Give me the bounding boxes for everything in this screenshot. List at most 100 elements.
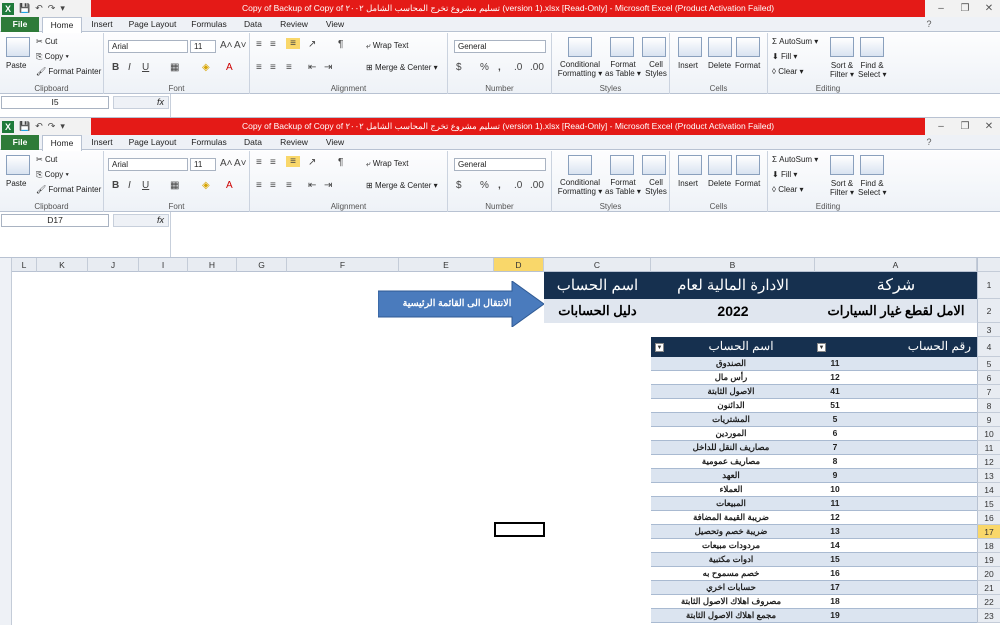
format-as-table-button[interactable]: Format as Table ▾	[604, 60, 642, 78]
comma-icon[interactable]: ,	[498, 180, 501, 191]
clear-button[interactable]: ◊ Clear ▾	[772, 67, 804, 76]
row-header-19[interactable]: 19	[977, 553, 1000, 567]
col-header-e[interactable]: E	[399, 258, 494, 272]
help-icon[interactable]: ?	[918, 17, 940, 32]
row-header-2[interactable]: 2	[977, 299, 1000, 323]
account-number-cell[interactable]: 12	[815, 511, 855, 524]
col-header-j[interactable]: J	[88, 258, 139, 272]
col-header-l[interactable]: L	[12, 258, 37, 272]
format-as-table-icon[interactable]	[610, 37, 634, 57]
restore-icon[interactable]: ❐	[954, 0, 976, 17]
customize-qat-icon[interactable]: ▾	[60, 3, 65, 14]
clear-button[interactable]: ◊ Clear ▾	[772, 185, 804, 194]
align-right-icon[interactable]: ≡	[286, 180, 292, 191]
grow-font-icon[interactable]: A˄	[220, 158, 233, 169]
minimize-icon[interactable]: –	[930, 0, 952, 17]
format-cells-icon[interactable]	[736, 155, 760, 175]
tab-insert[interactable]: Insert	[86, 135, 118, 150]
sort-filter-icon[interactable]	[830, 37, 854, 57]
fill-color-icon[interactable]: ◈	[202, 180, 210, 191]
account-number-cell[interactable]: 11	[815, 357, 855, 370]
find-select-icon[interactable]	[860, 37, 884, 57]
account-name-cell[interactable]: مصاريف النقل للداخل	[651, 441, 811, 454]
increase-decimal-icon[interactable]: .0	[514, 62, 522, 73]
row-header-6[interactable]: 6	[977, 371, 1000, 385]
undo-icon[interactable]: ↶	[35, 3, 43, 14]
currency-icon[interactable]: $	[456, 180, 462, 191]
align-top-icon[interactable]: ≡	[256, 157, 262, 168]
find-select-icon[interactable]	[860, 155, 884, 175]
underline-icon[interactable]: U	[142, 62, 149, 73]
orientation-icon[interactable]: ↗	[308, 39, 316, 50]
delete-cells-icon[interactable]	[708, 37, 732, 57]
font-name-select[interactable]: Arial	[108, 40, 188, 53]
underline-icon[interactable]: U	[142, 180, 149, 191]
align-center-icon[interactable]: ≡	[270, 62, 276, 73]
account-number-cell[interactable]: 13	[815, 525, 855, 538]
redo-icon[interactable]: ↷	[48, 121, 56, 132]
save-icon[interactable]: 💾	[19, 3, 30, 14]
cell-a1[interactable]: شركة	[815, 272, 977, 299]
account-number-cell[interactable]: 7	[815, 441, 855, 454]
formula-input[interactable]	[170, 212, 1000, 257]
insert-cells-button[interactable]: Insert	[678, 61, 698, 70]
account-number-cell[interactable]: 5	[815, 413, 855, 426]
account-number-cell[interactable]: 12	[815, 371, 855, 384]
decrease-decimal-icon[interactable]: .00	[530, 180, 544, 191]
sort-filter-icon[interactable]	[830, 155, 854, 175]
row-header-18[interactable]: 18	[977, 539, 1000, 553]
align-left-icon[interactable]: ≡	[256, 180, 262, 191]
account-number-cell[interactable]: 9	[815, 469, 855, 482]
restore-icon[interactable]: ❐	[954, 118, 976, 135]
col-header-c[interactable]: C	[544, 258, 651, 272]
format-cells-icon[interactable]	[736, 37, 760, 57]
align-middle-icon[interactable]: ≡	[270, 39, 276, 50]
cell-styles-button[interactable]: Cell Styles	[644, 178, 668, 196]
close-icon[interactable]: ✕	[978, 0, 1000, 17]
orientation-icon[interactable]: ↗	[308, 157, 316, 168]
percent-icon[interactable]: %	[480, 180, 489, 191]
borders-icon[interactable]: ▦	[170, 180, 179, 191]
find-select-button[interactable]: Find & Select ▾	[858, 179, 886, 197]
paste-button[interactable]: Paste	[6, 179, 26, 188]
tab-data[interactable]: Data	[238, 135, 268, 150]
cell-styles-icon[interactable]	[642, 155, 666, 175]
sort-filter-button[interactable]: Sort & Filter ▾	[828, 61, 856, 79]
rtl-icon[interactable]: ¶	[338, 39, 343, 50]
account-name-cell[interactable]: ضريبة القيمة المضافة	[651, 511, 811, 524]
row-header-5[interactable]: 5	[977, 357, 1000, 371]
account-name-cell[interactable]: الصندوق	[651, 357, 811, 370]
account-name-cell[interactable]: ادوات مكتبية	[651, 553, 811, 566]
row-header-23[interactable]: 23	[977, 609, 1000, 623]
row-header-1[interactable]: 1	[977, 272, 1000, 299]
split-bar[interactable]	[0, 258, 12, 625]
decrease-indent-icon[interactable]: ⇤	[308, 180, 316, 191]
conditional-formatting-icon[interactable]	[568, 37, 592, 57]
tab-file[interactable]: File	[1, 17, 39, 32]
delete-cells-button[interactable]: Delete	[708, 61, 731, 70]
find-select-button[interactable]: Find & Select ▾	[858, 61, 886, 79]
increase-decimal-icon[interactable]: .0	[514, 180, 522, 191]
account-number-cell[interactable]: 15	[815, 553, 855, 566]
fill-button[interactable]: ⬇ Fill ▾	[772, 170, 797, 179]
account-number-cell[interactable]: 6	[815, 427, 855, 440]
bold-icon[interactable]: B	[112, 62, 119, 73]
conditional-formatting-icon[interactable]	[568, 155, 592, 175]
tab-view[interactable]: View	[320, 17, 350, 32]
row-header-10[interactable]: 10	[977, 427, 1000, 441]
wrap-text-button[interactable]: ⤶ Wrap Text	[366, 41, 408, 51]
fill-button[interactable]: ⬇ Fill ▾	[772, 52, 797, 61]
number-format-select[interactable]: General	[454, 40, 546, 53]
account-name-cell[interactable]: الموردين	[651, 427, 811, 440]
account-name-cell[interactable]: حسابات اخري	[651, 581, 811, 594]
decrease-indent-icon[interactable]: ⇤	[308, 62, 316, 73]
tab-view[interactable]: View	[320, 135, 350, 150]
account-number-cell[interactable]: 41	[815, 385, 855, 398]
copy-button[interactable]: ⎘ Copy ▾	[36, 52, 69, 62]
col-header-i[interactable]: I	[139, 258, 188, 272]
insert-cells-icon[interactable]	[678, 37, 702, 57]
col-header-d[interactable]: D	[494, 258, 544, 272]
account-name-cell[interactable]: رأس مال	[651, 371, 811, 384]
col-header-a[interactable]: A	[815, 258, 977, 272]
row-header-16[interactable]: 16	[977, 511, 1000, 525]
